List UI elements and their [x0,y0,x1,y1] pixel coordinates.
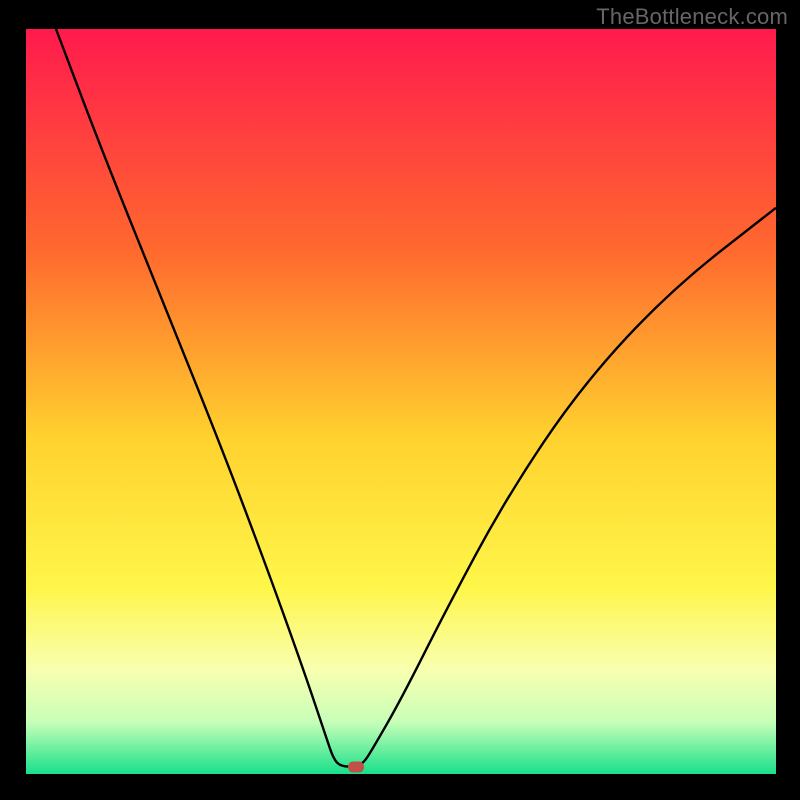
optimum-marker [348,762,364,773]
chart-frame: TheBottleneck.com [0,0,800,800]
plot-area [26,29,776,774]
watermark-text: TheBottleneck.com [596,4,788,30]
bottleneck-chart [0,0,800,800]
